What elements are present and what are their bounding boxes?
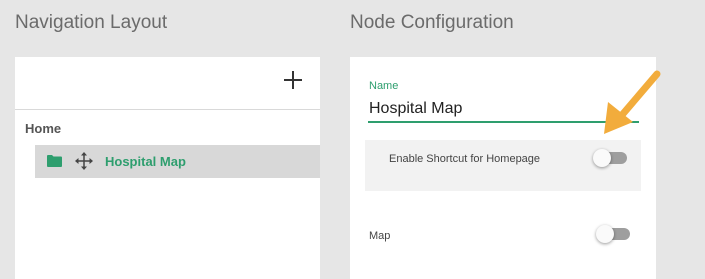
navigation-toolbar: [15, 57, 320, 110]
tree-item-label: Hospital Map: [105, 154, 186, 169]
map-toggle[interactable]: [596, 225, 630, 243]
move-icon[interactable]: [75, 152, 93, 170]
annotation-arrow-icon: [604, 70, 661, 134]
shortcut-toggle[interactable]: [593, 149, 627, 167]
navigation-panel: Home Hospital Map: [15, 57, 320, 279]
toggle-knob: [593, 149, 611, 167]
toggle-knob: [596, 225, 614, 243]
node-configuration-title: Node Configuration: [350, 12, 514, 33]
shortcut-setting: Enable Shortcut for Homepage: [365, 140, 641, 191]
name-input[interactable]: [368, 97, 639, 123]
folder-icon: [47, 155, 62, 167]
home-label: Home: [25, 121, 62, 136]
name-field-label: Name: [369, 80, 399, 92]
map-label: Map: [369, 230, 391, 242]
navigation-layout-title: Navigation Layout: [15, 12, 168, 33]
add-node-button[interactable]: [284, 71, 302, 89]
tree-item-hospital-map[interactable]: Hospital Map: [35, 145, 320, 178]
shortcut-label: Enable Shortcut for Homepage: [389, 153, 541, 165]
